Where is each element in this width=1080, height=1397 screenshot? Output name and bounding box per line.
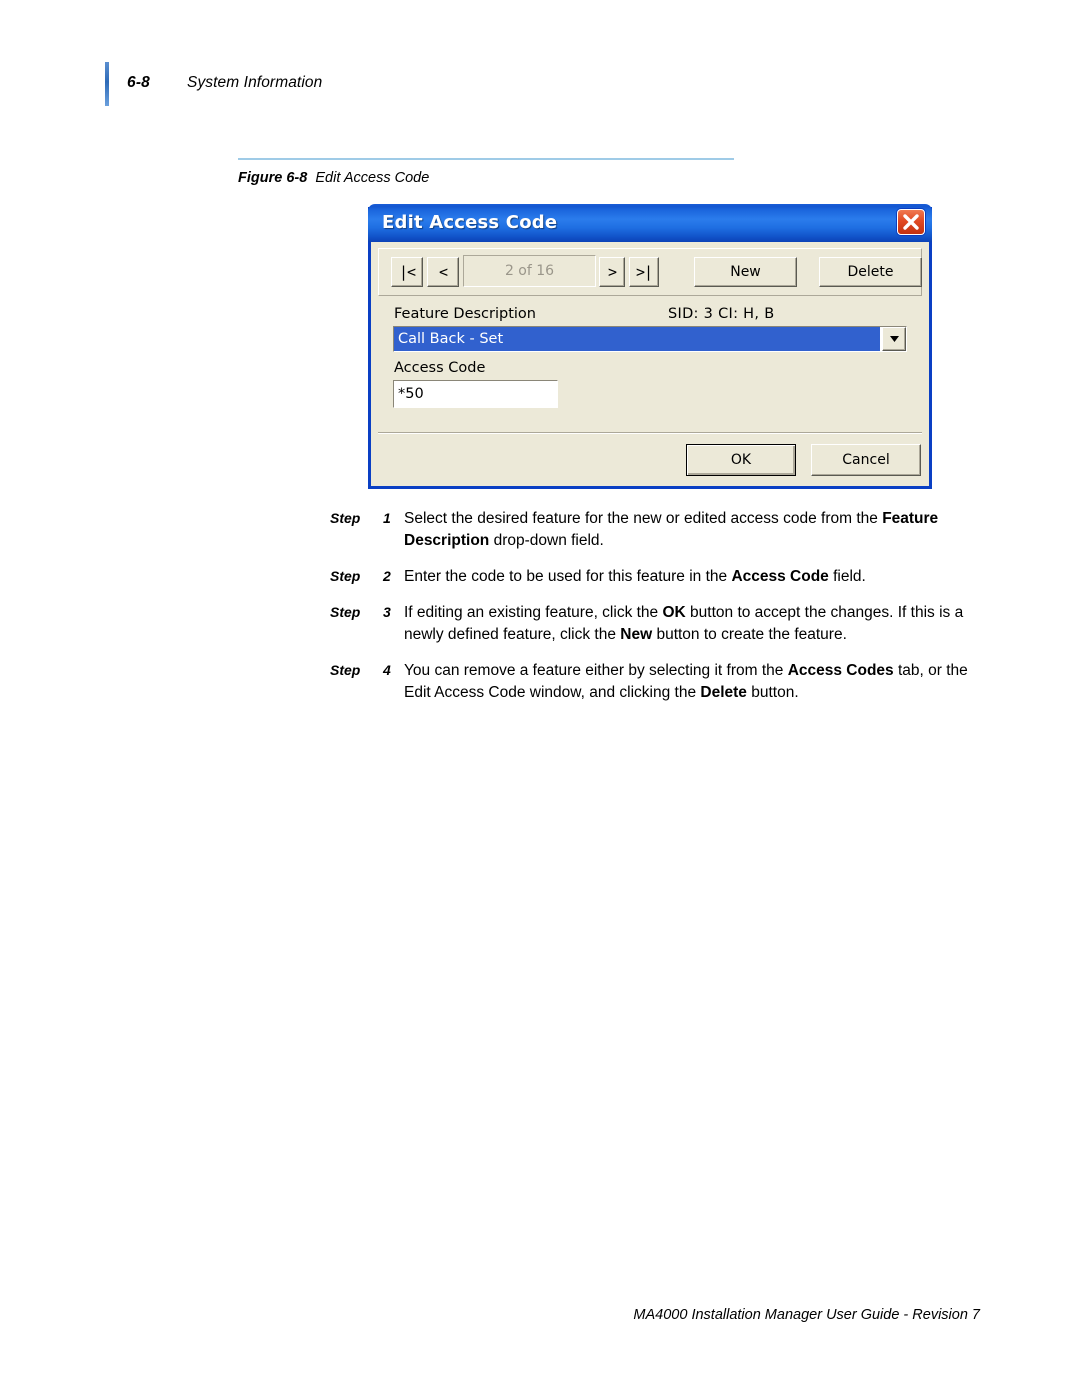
dialog-title: Edit Access Code [382, 212, 558, 233]
ok-button[interactable]: OK [686, 444, 796, 476]
step-number: 2 [383, 568, 391, 584]
step-text: If editing an existing feature, click th… [404, 604, 964, 643]
edit-access-code-dialog: Edit Access Code |< < 2 of 16 > >| New D… [368, 204, 932, 489]
dialog-footer-separator [378, 432, 922, 434]
step-item: Step 4 You can remove a feature either b… [330, 660, 980, 704]
figure-caption: Figure 6-8 Edit Access Code [238, 170, 738, 186]
chapter-title: System Information [187, 74, 323, 91]
access-code-label: Access Code [394, 360, 486, 376]
new-button[interactable]: New [694, 257, 797, 287]
page-footer: MA4000 Installation Manager User Guide -… [633, 1307, 980, 1323]
first-record-button[interactable]: |< [391, 257, 423, 287]
figure-caption-text: Edit Access Code [315, 170, 430, 186]
figure-caption-block: Figure 6-8 Edit Access Code [238, 158, 738, 186]
page-number: 6-8 [127, 74, 151, 91]
delete-button[interactable]: Delete [819, 257, 922, 287]
header-accent-rule [105, 62, 109, 106]
step-number: 1 [383, 510, 391, 526]
step-text: Enter the code to be used for this featu… [404, 568, 866, 585]
record-counter: 2 of 16 [463, 255, 596, 287]
fields-area: Feature Description SID: 3 CI: H, B Call… [378, 304, 922, 426]
step-item: Step 1 Select the desired feature for th… [330, 508, 980, 552]
next-record-button[interactable]: > [599, 257, 625, 287]
feature-description-combobox[interactable]: Call Back - Set [393, 326, 907, 352]
feature-description-value: Call Back - Set [394, 327, 880, 351]
close-icon[interactable] [897, 209, 925, 235]
record-navigation-panel: |< < 2 of 16 > >| New Delete [378, 248, 922, 296]
step-text: You can remove a feature either by selec… [404, 662, 968, 701]
cancel-button[interactable]: Cancel [811, 444, 921, 476]
sid-ci-info: SID: 3 CI: H, B [668, 306, 775, 322]
previous-record-button[interactable]: < [427, 257, 459, 287]
step-number: 4 [383, 662, 391, 678]
last-record-button[interactable]: >| [629, 257, 659, 287]
step-number: 3 [383, 604, 391, 620]
step-text: Select the desired feature for the new o… [404, 510, 939, 549]
step-list: Step 1 Select the desired feature for th… [330, 508, 980, 718]
feature-description-label: Feature Description [394, 306, 536, 322]
dialog-titlebar: Edit Access Code [368, 204, 932, 242]
page-running-header: 6-8 System Information [105, 62, 905, 106]
chevron-down-icon[interactable] [882, 327, 906, 351]
dialog-body: |< < 2 of 16 > >| New Delete Feature Des… [371, 242, 929, 486]
access-code-input[interactable]: *50 [393, 380, 558, 408]
figure-divider-rule [238, 158, 734, 160]
step-item: Step 2 Enter the code to be used for thi… [330, 566, 980, 588]
step-item: Step 3 If editing an existing feature, c… [330, 602, 980, 646]
figure-label: Figure 6-8 [238, 170, 308, 186]
